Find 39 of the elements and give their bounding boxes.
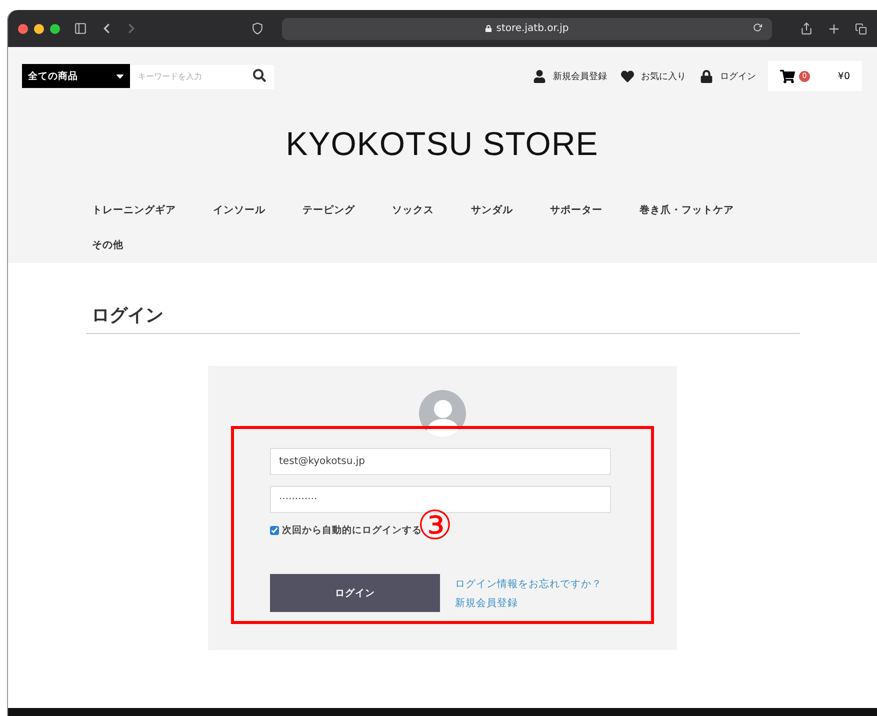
header-link[interactable]: 新規会員登録 [533, 70, 607, 82]
heart-icon [621, 70, 634, 82]
minimize-icon[interactable] [34, 24, 44, 34]
nav-link[interactable]: ソックス [392, 193, 434, 228]
reload-icon[interactable] [753, 22, 762, 32]
store-logo[interactable]: KYOKOTSU STORE [22, 125, 862, 163]
user-icon [533, 70, 546, 82]
remember-checkbox[interactable] [270, 526, 279, 535]
email-field[interactable]: test@kyokotsu.jp [270, 448, 611, 475]
forward-icon[interactable] [126, 23, 137, 34]
login-button[interactable]: ログイン [270, 574, 440, 612]
address-bar[interactable]: store.jatb.or.jp [282, 18, 772, 40]
nav-link[interactable]: トレーニングギア [92, 193, 176, 228]
tabs-icon[interactable] [855, 22, 867, 34]
search-icon[interactable] [253, 69, 266, 82]
back-icon[interactable] [101, 23, 112, 34]
shield-icon[interactable] [251, 22, 264, 35]
nav-link[interactable]: その他 [92, 228, 124, 263]
share-icon[interactable] [800, 22, 813, 35]
avatar-icon [419, 390, 466, 437]
zoom-icon[interactable] [50, 24, 60, 34]
cart-icon [780, 68, 795, 84]
header-link[interactable]: お気に入り [621, 70, 686, 82]
nav-link[interactable]: テーピング [302, 193, 355, 228]
lock-icon [700, 70, 713, 82]
new-tab-icon[interactable] [827, 22, 841, 36]
nav-link[interactable]: サンダル [471, 193, 513, 228]
search-field[interactable]: キーワードを入力 [130, 64, 274, 88]
lock-icon [485, 25, 492, 32]
category-select[interactable]: 全ての商品 [22, 64, 130, 88]
url-text: store.jatb.or.jp [496, 23, 569, 34]
nav-link[interactable]: インソール [213, 193, 266, 228]
cart-total: ¥0 [838, 70, 850, 82]
page-title: ログイン [86, 263, 800, 334]
sidebar-icon[interactable] [74, 22, 87, 35]
close-icon[interactable] [18, 24, 28, 34]
header-link[interactable]: ログイン [700, 70, 756, 82]
nav-link[interactable]: 巻き爪・フットケア [640, 193, 734, 228]
nav-link[interactable]: サポーター [550, 193, 602, 228]
